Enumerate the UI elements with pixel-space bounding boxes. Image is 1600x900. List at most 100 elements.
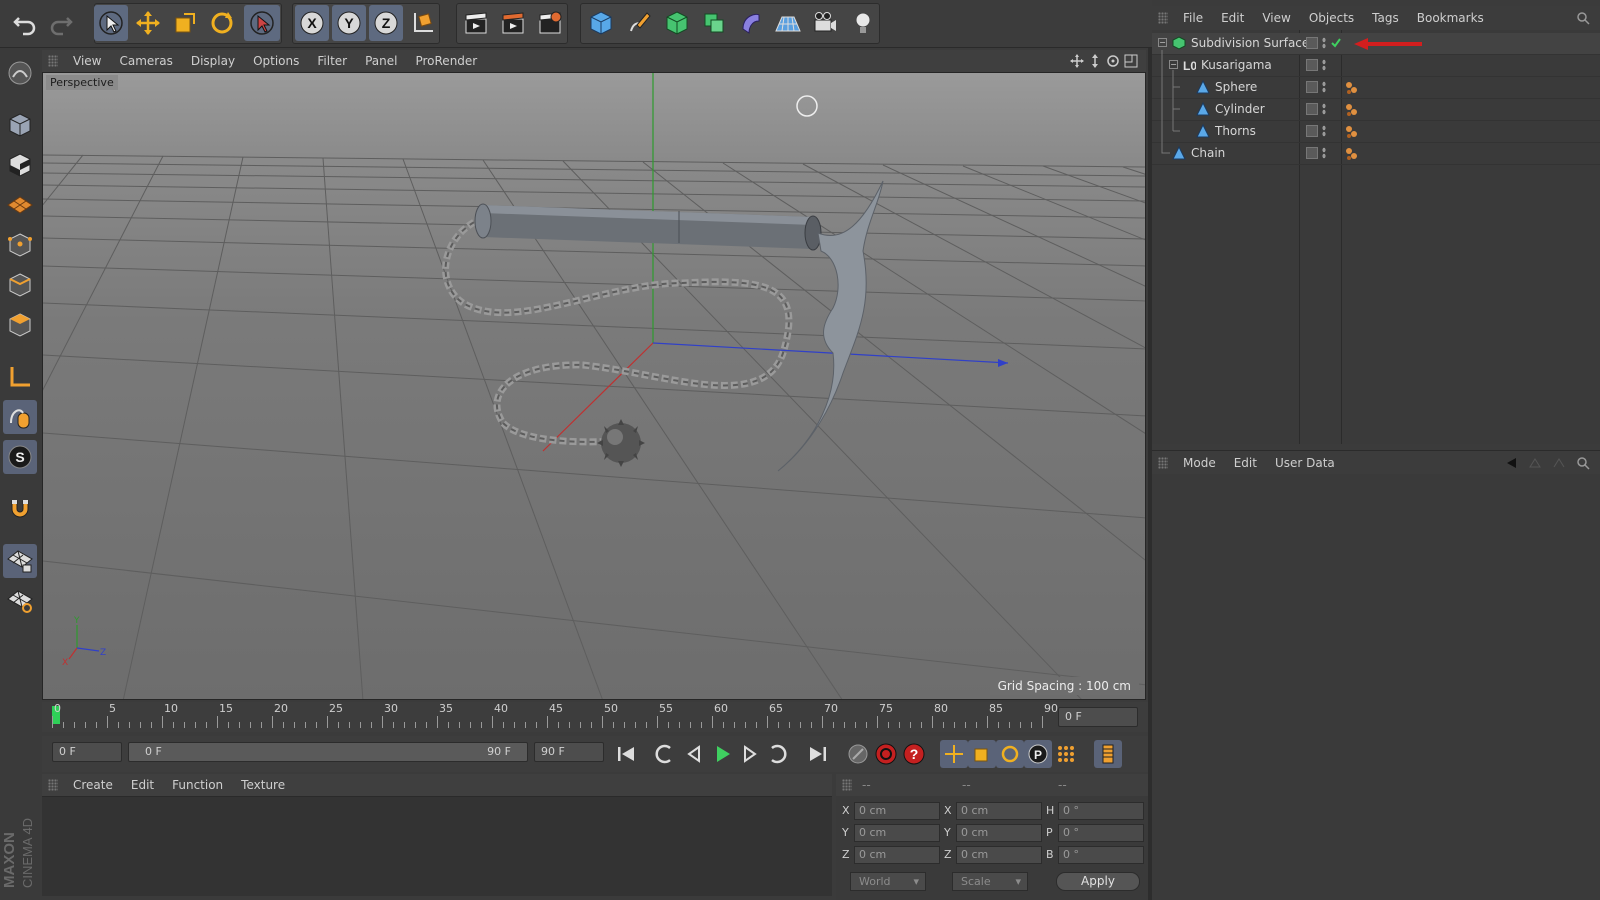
panel-grip-icon[interactable] — [842, 779, 852, 791]
next-frame-button[interactable] — [736, 740, 764, 768]
timeline-window-button[interactable] — [1094, 740, 1122, 768]
panel-grip-icon[interactable] — [1158, 12, 1168, 24]
z-axis-lock-button[interactable]: Z — [369, 5, 403, 41]
menu-bookmarks[interactable]: Bookmarks — [1408, 11, 1493, 25]
menu-cameras[interactable]: Cameras — [110, 54, 181, 68]
object-row-kusarigama[interactable]: − L0 Kusarigama — [1152, 55, 1600, 77]
coordinate-system-button[interactable] — [406, 5, 440, 41]
frame-range-slider[interactable]: 0 F 90 F — [128, 742, 528, 762]
move-tool-button[interactable] — [131, 5, 165, 41]
render-dots-icon[interactable] — [1322, 81, 1326, 93]
render-settings-button[interactable] — [533, 5, 567, 41]
axis-mode-button[interactable] — [3, 360, 37, 394]
rotation-b-field[interactable]: 0 ° — [1058, 846, 1144, 864]
go-to-end-button[interactable] — [804, 740, 832, 768]
autokey-button[interactable] — [872, 740, 900, 768]
snap-button[interactable] — [3, 492, 37, 526]
up-arrow-icon[interactable] — [1528, 456, 1542, 470]
polygons-mode-button[interactable] — [3, 308, 37, 342]
menu-file[interactable]: File — [1174, 11, 1212, 25]
redo-button[interactable] — [44, 5, 78, 41]
scale-tool-button[interactable] — [168, 5, 202, 41]
cylinder-handle-mesh[interactable] — [474, 203, 822, 251]
material-manager-area[interactable] — [42, 796, 832, 896]
coordinate-space-dropdown[interactable]: World ▾ — [850, 872, 926, 891]
rotate-tool-button[interactable] — [205, 5, 239, 41]
edges-mode-button[interactable] — [3, 268, 37, 302]
material-tag-icon[interactable] — [1345, 125, 1363, 139]
forward-arrow-icon[interactable] — [1552, 456, 1566, 470]
render-dots-icon[interactable] — [1322, 37, 1326, 49]
keyframe-selection-button[interactable]: ? — [900, 740, 928, 768]
visibility-toggle-icon[interactable] — [1306, 59, 1318, 71]
visibility-toggle-icon[interactable] — [1306, 103, 1318, 115]
planar-workplane-button[interactable] — [3, 584, 37, 618]
visibility-toggle-icon[interactable] — [1306, 37, 1318, 49]
previous-frame-button[interactable] — [680, 740, 708, 768]
deformer-button[interactable] — [734, 5, 768, 41]
spiked-sphere-mesh[interactable] — [597, 419, 645, 467]
make-editable-button[interactable] — [3, 56, 37, 90]
render-picture-viewer-button[interactable] — [496, 5, 530, 41]
object-row-chain[interactable]: Chain — [1152, 143, 1600, 165]
attribute-manager-area[interactable] — [1152, 474, 1600, 900]
position-y-field[interactable]: 0 cm — [854, 824, 940, 842]
render-view-button[interactable] — [459, 5, 493, 41]
menu-tags[interactable]: Tags — [1363, 11, 1408, 25]
current-frame-field[interactable]: 0 F — [1058, 707, 1138, 727]
size-x-field[interactable]: 0 cm — [956, 802, 1042, 820]
menu-view[interactable]: View — [64, 54, 110, 68]
tweak-mode-button[interactable] — [3, 400, 37, 434]
next-key-button[interactable] — [764, 740, 792, 768]
menu-objects[interactable]: Objects — [1300, 11, 1363, 25]
search-icon[interactable] — [1576, 456, 1590, 470]
menu-panel[interactable]: Panel — [356, 54, 406, 68]
render-dots-icon[interactable] — [1322, 59, 1326, 71]
maximize-view-icon[interactable] — [1124, 54, 1138, 68]
visibility-toggle-icon[interactable] — [1306, 125, 1318, 137]
record-scale-button[interactable] — [968, 740, 996, 768]
menu-create[interactable]: Create — [64, 778, 122, 792]
x-axis-lock-button[interactable]: X — [295, 5, 329, 41]
menu-view[interactable]: View — [1253, 11, 1299, 25]
material-tag-icon[interactable] — [1345, 147, 1363, 161]
size-mode-dropdown[interactable]: Scale ▾ — [952, 872, 1028, 891]
menu-texture[interactable]: Texture — [232, 778, 294, 792]
zoom-view-icon[interactable] — [1088, 54, 1102, 68]
size-z-field[interactable]: 0 cm — [956, 846, 1042, 864]
record-active-button[interactable] — [844, 740, 872, 768]
menu-display[interactable]: Display — [182, 54, 244, 68]
menu-edit[interactable]: Edit — [1212, 11, 1253, 25]
previous-key-button[interactable] — [650, 740, 678, 768]
start-frame-field[interactable]: 0 F — [52, 742, 122, 762]
record-position-button[interactable] — [940, 740, 968, 768]
enabled-checkmark-icon[interactable] — [1330, 37, 1342, 49]
orbit-view-icon[interactable] — [1106, 54, 1120, 68]
panel-grip-icon[interactable] — [48, 779, 58, 791]
end-frame-field[interactable]: 90 F — [534, 742, 604, 762]
floor-scene-button[interactable] — [771, 5, 805, 41]
go-to-start-button[interactable] — [612, 740, 640, 768]
pan-view-icon[interactable] — [1070, 54, 1084, 68]
workplane-mode-button[interactable] — [3, 188, 37, 222]
undo-button[interactable] — [8, 5, 42, 41]
menu-mode[interactable]: Mode — [1174, 456, 1225, 470]
lock-workplane-button[interactable] — [3, 544, 37, 578]
render-dots-icon[interactable] — [1322, 103, 1326, 115]
texture-mode-button[interactable] — [3, 148, 37, 182]
subdivision-surface-button[interactable] — [660, 5, 694, 41]
menu-function[interactable]: Function — [163, 778, 232, 792]
record-rotation-button[interactable] — [996, 740, 1024, 768]
position-z-field[interactable]: 0 cm — [854, 846, 940, 864]
menu-edit[interactable]: Edit — [1225, 456, 1266, 470]
position-x-field[interactable]: 0 cm — [854, 802, 940, 820]
menu-edit[interactable]: Edit — [122, 778, 163, 792]
menu-user-data[interactable]: User Data — [1266, 456, 1344, 470]
rotation-p-field[interactable]: 0 ° — [1058, 824, 1144, 842]
timeline-ruler[interactable]: 0 5 10 15 20 25 30 35 40 45 50 55 60 65 70 75 80 85 90 0 F — [42, 702, 1148, 732]
play-button[interactable] — [708, 740, 736, 768]
menu-options[interactable]: Options — [244, 54, 308, 68]
back-arrow-icon[interactable] — [1504, 456, 1518, 470]
panel-grip-icon[interactable] — [1158, 456, 1168, 469]
live-select-button[interactable] — [244, 5, 280, 41]
